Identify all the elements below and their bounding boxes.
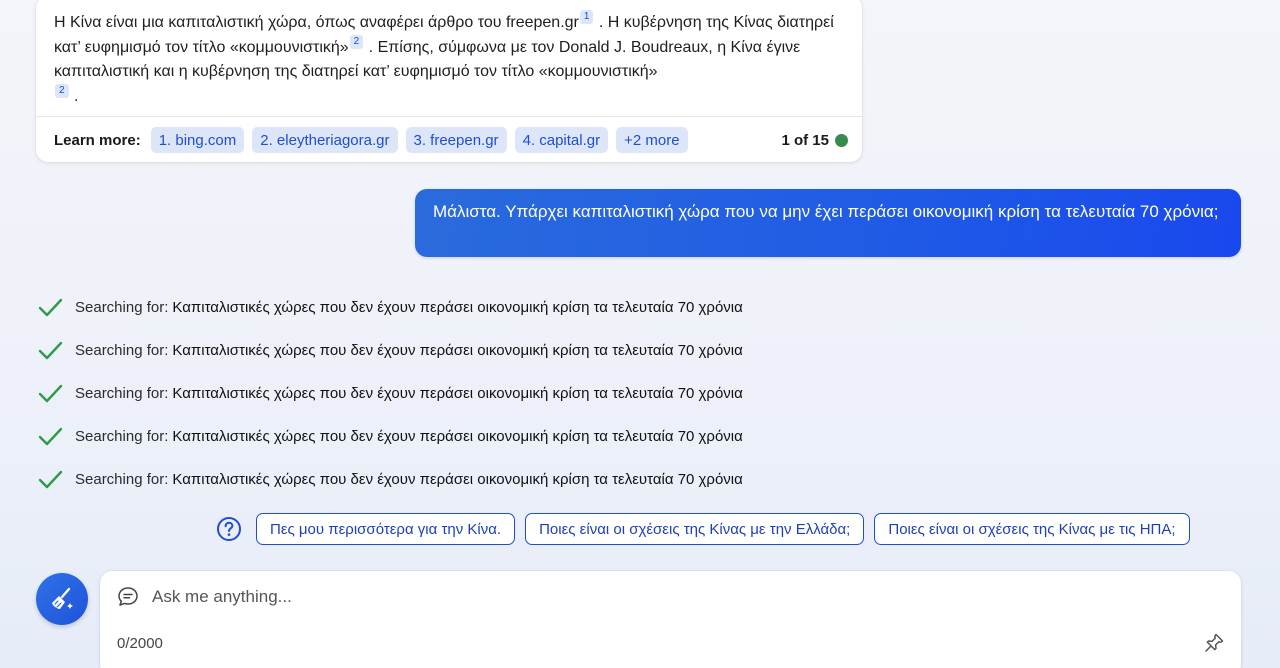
search-progress-item: Searching for: Καπιταλιστικές χώρες που … <box>38 286 743 329</box>
search-prefix: Searching for: <box>75 385 169 402</box>
search-prefix: Searching for: <box>75 342 169 359</box>
search-progress-item: Searching for: Καπιταλιστικές χώρες που … <box>38 458 743 501</box>
search-progress-list: Searching for: Καπιταλιστικές χώρες που … <box>38 286 743 501</box>
suggestion-button-china-usa[interactable]: Ποιες είναι οι σχέσεις της Κίνας με τις … <box>874 513 1190 545</box>
suggestion-button-china[interactable]: Πες μου περισσότερα για την Κίνα. <box>256 513 516 545</box>
source-link-eleytheriagora[interactable]: 2. eleytheriagora.gr <box>252 127 398 153</box>
chat-input[interactable] <box>152 583 1212 611</box>
checkmark-icon <box>38 427 63 445</box>
citation-badge[interactable]: 1 <box>579 10 594 24</box>
search-query: Καπιταλιστικές χώρες που δεν έχουν περάσ… <box>172 428 743 445</box>
learn-more-row: Learn more: 1. bing.com 2. eleytheriagor… <box>54 127 688 153</box>
pin-icon[interactable] <box>1203 632 1225 654</box>
answer-text-segment: . Επίσης, σύμφωνα με τον <box>364 39 559 56</box>
learn-more-label: Learn more: <box>54 131 141 149</box>
source-link-bing[interactable]: 1. bing.com <box>150 127 245 153</box>
answer-text-segment: . <box>69 88 79 105</box>
character-count: 0/2000 <box>117 635 163 652</box>
suggested-replies: Πες μου περισσότερα για την Κίνα. Ποιες … <box>216 513 1190 545</box>
answer-card: Η Κίνα είναι μια καπιταλιστική χώρα, όπω… <box>36 0 862 162</box>
chat-composer: 0/2000 <box>100 571 1241 668</box>
author-name: Donald J. Boudreaux <box>558 39 709 56</box>
citation-badge[interactable]: 2 <box>349 35 364 49</box>
answer-text: Η Κίνα είναι μια καπιταλιστική χώρα, όπω… <box>54 10 849 109</box>
inline-source-name: freepen.gr <box>505 14 579 31</box>
answer-text-segment: Η Κίνα είναι μια καπιταλιστική χώρα, όπω… <box>54 14 506 31</box>
checkmark-icon <box>38 470 63 488</box>
citation-badge[interactable]: 2 <box>55 84 69 98</box>
source-link-freepen[interactable]: 3. freepen.gr <box>405 127 507 153</box>
chat-page: Η Κίνα είναι μια καπιταλιστική χώρα, όπω… <box>0 0 1280 668</box>
response-count-text: 1 of 15 <box>781 131 829 149</box>
user-message-text: Μάλιστα. Υπάρχει καπιταλιστική χώρα που … <box>433 202 1219 221</box>
search-query: Καπιταλιστικές χώρες που δεν έχουν περάσ… <box>172 299 743 316</box>
broom-icon <box>52 587 73 609</box>
search-progress-item: Searching for: Καπιταλιστικές χώρες που … <box>38 415 743 458</box>
more-sources-button[interactable]: +2 more <box>616 127 688 153</box>
search-prefix: Searching for: <box>75 428 169 445</box>
question-help-icon[interactable] <box>216 516 242 542</box>
search-prefix: Searching for: <box>75 471 169 488</box>
response-counter: 1 of 15 <box>781 127 848 153</box>
suggestion-button-china-greece[interactable]: Ποιες είναι οι σχέσεις της Κίνας με την … <box>525 513 865 545</box>
search-progress-item: Searching for: Καπιταλιστικές χώρες που … <box>38 372 743 415</box>
new-topic-button[interactable] <box>36 573 88 625</box>
source-link-capital[interactable]: 4. capital.gr <box>514 127 609 153</box>
user-message-bubble: Μάλιστα. Υπάρχει καπιταλιστική χώρα που … <box>415 189 1241 257</box>
chat-bubble-icon <box>118 587 138 606</box>
search-query: Καπιταλιστικές χώρες που δεν έχουν περάσ… <box>172 385 743 402</box>
card-divider <box>36 116 862 117</box>
checkmark-icon <box>38 384 63 402</box>
search-progress-item: Searching for: Καπιταλιστικές χώρες που … <box>38 329 743 372</box>
search-query: Καπιταλιστικές χώρες που δεν έχουν περάσ… <box>172 342 743 359</box>
checkmark-icon <box>38 298 63 316</box>
search-query: Καπιταλιστικές χώρες που δεν έχουν περάσ… <box>172 471 743 488</box>
checkmark-icon <box>38 341 63 359</box>
search-prefix: Searching for: <box>75 299 169 316</box>
status-dot-icon <box>835 133 848 147</box>
